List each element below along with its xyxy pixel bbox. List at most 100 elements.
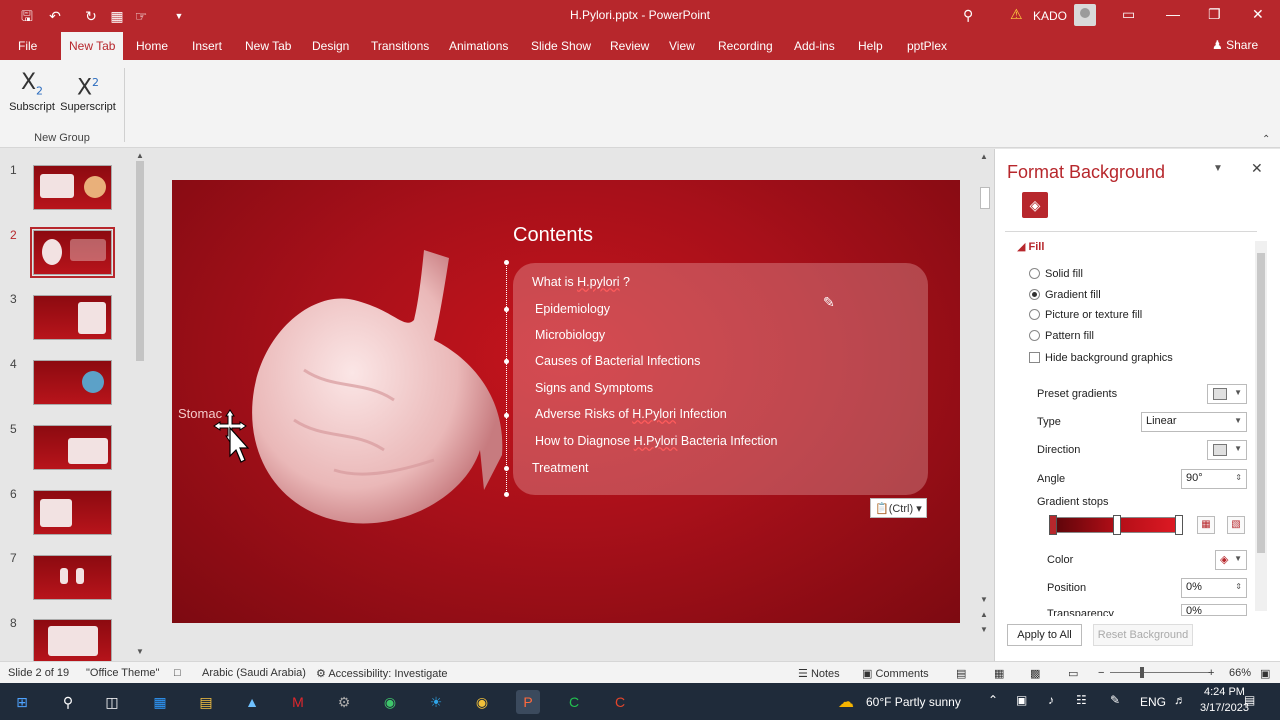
store-icon[interactable]: ▦: [148, 690, 172, 714]
gradient-stop-handle[interactable]: [1049, 515, 1057, 535]
thumbnails-scrollbar[interactable]: ▲ ▼: [134, 149, 146, 661]
collapse-ribbon-icon[interactable]: ⌃: [1262, 134, 1270, 145]
solid-fill-label[interactable]: Solid fill: [1045, 268, 1083, 280]
zoom-level[interactable]: 66%: [1229, 667, 1251, 679]
reset-background-button[interactable]: Reset Background: [1093, 624, 1193, 646]
slideshow-view-icon[interactable]: ▭: [1068, 667, 1078, 680]
tab-review[interactable]: Review: [610, 39, 649, 53]
resize-handle[interactable]: [504, 466, 509, 471]
comments-button[interactable]: ▣ Comments: [862, 667, 929, 680]
slide-scrollbar[interactable]: ▲ ▼ ▲ ▼: [978, 149, 992, 639]
zoom-out-icon[interactable]: −: [1098, 667, 1104, 679]
paste-options-button[interactable]: 📋(Ctrl) ▾: [870, 498, 927, 518]
ribbon-display-icon[interactable]: ▭: [1122, 6, 1135, 23]
app-green-icon[interactable]: ◉: [378, 690, 402, 714]
warning-icon[interactable]: ⚠: [1010, 6, 1023, 23]
slide-thumbnail-8[interactable]: [33, 619, 112, 664]
pattern-fill-radio[interactable]: [1029, 330, 1040, 341]
volume-icon[interactable]: ♬: [1174, 693, 1186, 707]
maximize-icon[interactable]: ❐: [1208, 6, 1221, 23]
resize-handle[interactable]: [504, 307, 509, 312]
tab-file[interactable]: File: [18, 39, 37, 53]
tab-transitions[interactable]: Transitions: [371, 39, 429, 53]
minimize-icon[interactable]: —: [1166, 6, 1180, 22]
tab-recording[interactable]: Recording: [718, 39, 773, 53]
gradient-stop-handle[interactable]: [1175, 515, 1183, 535]
current-slide[interactable]: Contents What is H.pylori ? Epidemiology…: [172, 180, 960, 623]
scroll-thumb[interactable]: [136, 161, 144, 361]
superscript-button[interactable]: X2 Superscript: [60, 68, 116, 113]
preset-gradients-dropdown[interactable]: ▼: [1207, 384, 1247, 404]
scroll-down-icon[interactable]: ▼: [136, 647, 144, 656]
fill-bucket-icon[interactable]: ◈: [1022, 192, 1048, 218]
gradient-fill-radio[interactable]: [1029, 289, 1040, 300]
close-pane-icon[interactable]: ✕: [1251, 160, 1263, 177]
user-name[interactable]: KADO: [1033, 9, 1067, 23]
transparency-input[interactable]: 0%: [1181, 604, 1247, 616]
windows-start-icon[interactable]: ⊞: [10, 690, 34, 714]
spelling-icon[interactable]: □: [174, 667, 181, 679]
zoom-in-icon[interactable]: +: [1208, 667, 1214, 679]
tab-view[interactable]: View: [669, 39, 695, 53]
search-icon[interactable]: ⚲: [963, 7, 973, 24]
tab-home[interactable]: Home: [136, 39, 168, 53]
camtasia-red-icon[interactable]: C: [608, 690, 632, 714]
color-picker[interactable]: ◈ ▼: [1215, 550, 1247, 570]
angle-input[interactable]: 90° ⇕: [1181, 469, 1247, 489]
resize-handle[interactable]: [504, 260, 509, 265]
resize-handle[interactable]: [504, 413, 509, 418]
gradient-stop-handle[interactable]: [1113, 515, 1121, 535]
close-window-icon[interactable]: ✕: [1252, 6, 1264, 23]
scroll-thumb[interactable]: [980, 187, 990, 209]
search-icon[interactable]: ⚲: [56, 690, 80, 714]
resize-handle[interactable]: [504, 359, 509, 364]
tab-pptplex[interactable]: pptPlex: [907, 39, 947, 53]
chrome-browser-icon[interactable]: ◉: [470, 690, 494, 714]
slide-thumbnail-7[interactable]: [33, 555, 112, 600]
notes-button[interactable]: ☰ Notes: [798, 667, 840, 680]
language-indicator[interactable]: Arabic (Saudi Arabia): [202, 667, 306, 679]
scroll-thumb[interactable]: [1257, 253, 1265, 553]
zoom-slider[interactable]: [1110, 672, 1210, 673]
hide-background-label[interactable]: Hide background graphics: [1045, 352, 1173, 364]
input-language[interactable]: ENG: [1140, 695, 1166, 709]
file-explorer-icon[interactable]: ▤: [194, 690, 218, 714]
subscript-button[interactable]: X2 Subscript: [4, 68, 60, 113]
slide-thumbnail-4[interactable]: [33, 360, 112, 405]
position-input[interactable]: 0% ⇕: [1181, 578, 1247, 598]
type-dropdown[interactable]: Linear ▼: [1141, 412, 1247, 432]
previous-slide-icon[interactable]: ▲: [980, 610, 988, 619]
slide-thumbnail-5[interactable]: [33, 425, 112, 470]
avatar[interactable]: [1074, 4, 1096, 26]
tab-animations[interactable]: Animations: [449, 39, 508, 53]
notifications-icon[interactable]: ▤: [1244, 693, 1255, 707]
clock-date[interactable]: 3/17/2023: [1200, 702, 1249, 714]
tab-slide-show[interactable]: Slide Show: [531, 39, 591, 53]
task-view-icon[interactable]: ◫: [100, 690, 124, 714]
next-slide-icon[interactable]: ▼: [980, 625, 988, 634]
pane-options-icon[interactable]: ▼: [1213, 163, 1223, 174]
microphone-icon[interactable]: ♪: [1048, 693, 1054, 707]
stomach-image[interactable]: [244, 250, 514, 530]
weather-text[interactable]: 60°F Partly sunny: [866, 695, 961, 709]
normal-view-icon[interactable]: ▤: [956, 667, 966, 680]
direction-dropdown[interactable]: ▼: [1207, 440, 1247, 460]
fill-section-header[interactable]: ◢ Fill: [1017, 240, 1044, 253]
apply-to-all-button[interactable]: Apply to All: [1007, 624, 1082, 646]
app-settings-icon[interactable]: ⚙: [332, 690, 356, 714]
app-m-icon[interactable]: M: [286, 690, 310, 714]
share-button[interactable]: ♟ Share: [1212, 38, 1258, 52]
clock-time[interactable]: 4:24 PM: [1204, 686, 1245, 698]
slide-sorter-icon[interactable]: ▦: [994, 667, 1004, 680]
pane-scrollbar[interactable]: [1255, 241, 1267, 611]
tab-add-ins[interactable]: Add-ins: [794, 39, 835, 53]
pattern-fill-label[interactable]: Pattern fill: [1045, 330, 1094, 342]
resize-handle[interactable]: [504, 492, 509, 497]
slide-thumbnail-6[interactable]: [33, 490, 112, 535]
camtasia-green-icon[interactable]: C: [562, 690, 586, 714]
notepad-icon[interactable]: ▲: [240, 690, 264, 714]
reading-view-icon[interactable]: ▩: [1030, 667, 1040, 680]
scroll-up-icon[interactable]: ▲: [136, 151, 144, 160]
accessibility-button[interactable]: ⚙ Accessibility: Investigate: [316, 667, 448, 680]
slide-thumbnail-1[interactable]: [33, 165, 112, 210]
